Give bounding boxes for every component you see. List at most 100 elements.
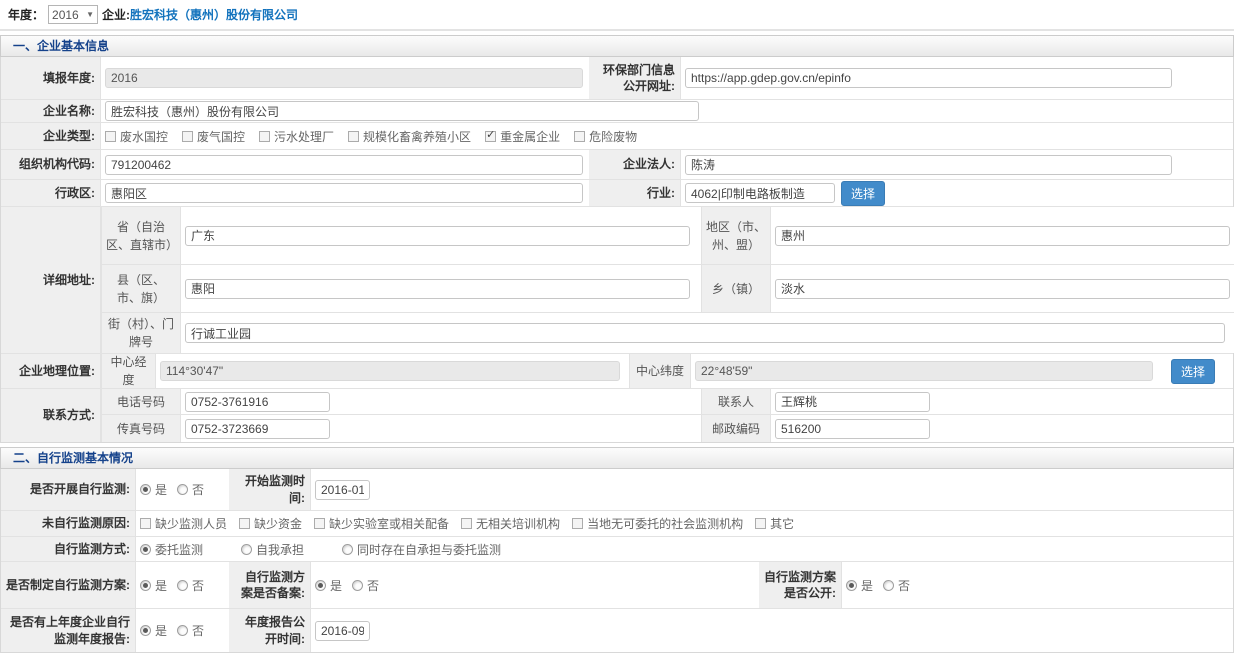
- county-input[interactable]: [185, 279, 690, 299]
- radio-icon[interactable]: [177, 580, 188, 591]
- plan-filed-no-radio[interactable]: 否: [352, 577, 379, 594]
- company-name-link[interactable]: 胜宏科技（惠州）股份有限公司: [130, 6, 298, 23]
- zip-label: 邮政编码: [701, 415, 771, 442]
- geo-select-button[interactable]: 选择: [1171, 359, 1215, 384]
- checkbox-icon[interactable]: [314, 518, 325, 529]
- radio-icon[interactable]: [342, 544, 353, 555]
- city-input[interactable]: [775, 226, 1230, 246]
- plan-made-label: 是否制定自行监测方案:: [1, 562, 136, 608]
- type-option-sewage-plant[interactable]: 污水处理厂: [259, 128, 334, 145]
- province-cell: [181, 207, 701, 264]
- conduct-yes-radio[interactable]: 是: [140, 481, 167, 498]
- geo-label: 企业地理位置:: [1, 354, 101, 388]
- industry-select-button[interactable]: 选择: [841, 181, 885, 206]
- mode-option-commissioned[interactable]: 委托监测: [140, 541, 203, 558]
- longitude-input[interactable]: [160, 361, 620, 381]
- chevron-down-icon: ▼: [86, 10, 94, 19]
- radio-icon[interactable]: [315, 580, 326, 591]
- radio-icon[interactable]: [140, 580, 151, 591]
- plan-public-yes-radio[interactable]: 是: [846, 577, 873, 594]
- report-time-input[interactable]: [315, 621, 370, 641]
- radio-icon[interactable]: [241, 544, 252, 555]
- section1-table: 填报年度: 环保部门信息公开网址: 企业名称: 企业类型: 废水国控 废气国控 …: [0, 57, 1234, 443]
- conduct-no-radio[interactable]: 否: [177, 481, 204, 498]
- table-row: 街（村）、门牌号: [101, 313, 1234, 353]
- zip-input[interactable]: [775, 419, 930, 439]
- longitude-cell: [156, 354, 629, 388]
- plan-yes-radio[interactable]: 是: [140, 577, 167, 594]
- fill-year-label: 填报年度:: [1, 57, 101, 99]
- checkbox-icon[interactable]: [572, 518, 583, 529]
- address-label: 详细地址:: [1, 207, 101, 353]
- year-select[interactable]: 2016 ▼: [48, 5, 98, 24]
- type-option-wastewater[interactable]: 废水国控: [105, 128, 168, 145]
- district-input[interactable]: [105, 183, 583, 203]
- reason-option-no-lab[interactable]: 缺少实验室或相关配备: [314, 515, 449, 532]
- fill-year-input[interactable]: [105, 68, 583, 88]
- checkbox-icon[interactable]: [574, 131, 585, 142]
- checkbox-icon[interactable]: [239, 518, 250, 529]
- radio-icon[interactable]: [177, 484, 188, 495]
- table-row: 行政区: 行业: 选择: [1, 180, 1233, 207]
- table-row: 自行监测方式: 委托监测 自我承担 同时存在自承担与委托监测: [1, 537, 1233, 562]
- checkbox-icon[interactable]: [348, 131, 359, 142]
- radio-icon[interactable]: [846, 580, 857, 591]
- company-name-input[interactable]: [105, 101, 699, 121]
- legal-person-input[interactable]: [685, 155, 1172, 175]
- town-input[interactable]: [775, 279, 1230, 299]
- radio-icon[interactable]: [140, 544, 151, 555]
- radio-icon[interactable]: [177, 625, 188, 636]
- env-url-input[interactable]: [685, 68, 1172, 88]
- checkbox-icon[interactable]: [182, 131, 193, 142]
- checkbox-icon[interactable]: [461, 518, 472, 529]
- contact-person-input[interactable]: [775, 392, 930, 412]
- plan-filed-yes-radio[interactable]: 是: [315, 577, 342, 594]
- street-input[interactable]: [185, 323, 1225, 343]
- reason-option-no-training[interactable]: 无相关培训机构: [461, 515, 560, 532]
- type-option-heavy-metal[interactable]: 重金属企业: [485, 128, 560, 145]
- legal-person-label: 企业法人:: [589, 150, 681, 179]
- table-row: 省（自治区、直辖市） 地区（市、州、盟）: [101, 207, 1234, 265]
- reason-option-no-staff[interactable]: 缺少监测人员: [140, 515, 227, 532]
- checkbox-icon[interactable]: [485, 131, 496, 142]
- annual-yes-radio[interactable]: 是: [140, 622, 167, 639]
- table-row: 是否有上年度企业自行监测年度报告: 是 否 年度报告公开时间:: [1, 609, 1233, 652]
- checkbox-icon[interactable]: [259, 131, 270, 142]
- latitude-cell: [691, 354, 1161, 388]
- province-input[interactable]: [185, 226, 690, 246]
- checkbox-icon[interactable]: [755, 518, 766, 529]
- section1-header: 一、企业基本信息: [0, 35, 1234, 57]
- checkbox-icon[interactable]: [105, 131, 116, 142]
- type-option-wastegas[interactable]: 废气国控: [182, 128, 245, 145]
- phone-input[interactable]: [185, 392, 330, 412]
- fax-input[interactable]: [185, 419, 330, 439]
- radio-icon[interactable]: [140, 484, 151, 495]
- start-time-input[interactable]: [315, 480, 370, 500]
- reason-option-no-funds[interactable]: 缺少资金: [239, 515, 302, 532]
- radio-icon[interactable]: [352, 580, 363, 591]
- report-time-label: 年度报告公开时间:: [229, 609, 311, 652]
- industry-input[interactable]: [685, 183, 835, 203]
- reason-option-no-agency[interactable]: 当地无可委托的社会监测机构: [572, 515, 743, 532]
- district-cell: [101, 180, 589, 206]
- plan-no-radio[interactable]: 否: [177, 577, 204, 594]
- mode-option-self[interactable]: 自我承担: [241, 541, 304, 558]
- phone-cell: [181, 389, 701, 414]
- checkbox-icon[interactable]: [140, 518, 151, 529]
- radio-icon[interactable]: [883, 580, 894, 591]
- reason-option-other[interactable]: 其它: [755, 515, 794, 532]
- mode-option-both[interactable]: 同时存在自承担与委托监测: [342, 541, 501, 558]
- type-option-livestock[interactable]: 规模化畜禽养殖小区: [348, 128, 471, 145]
- org-code-input[interactable]: [105, 155, 583, 175]
- annual-no-radio[interactable]: 否: [177, 622, 204, 639]
- type-option-hazardous-waste[interactable]: 危险废物: [574, 128, 637, 145]
- env-url-label: 环保部门信息公开网址:: [589, 57, 681, 99]
- company-type-label: 企业类型:: [1, 123, 101, 149]
- top-bar: 年度： 2016 ▼ 企业: 胜宏科技（惠州）股份有限公司: [0, 0, 1234, 31]
- radio-icon[interactable]: [140, 625, 151, 636]
- zip-cell: [771, 415, 1233, 442]
- fax-label: 传真号码: [101, 415, 181, 442]
- table-row: 企业类型: 废水国控 废气国控 污水处理厂 规模化畜禽养殖小区 重金属企业 危险…: [1, 123, 1233, 150]
- plan-public-no-radio[interactable]: 否: [883, 577, 910, 594]
- latitude-input[interactable]: [695, 361, 1153, 381]
